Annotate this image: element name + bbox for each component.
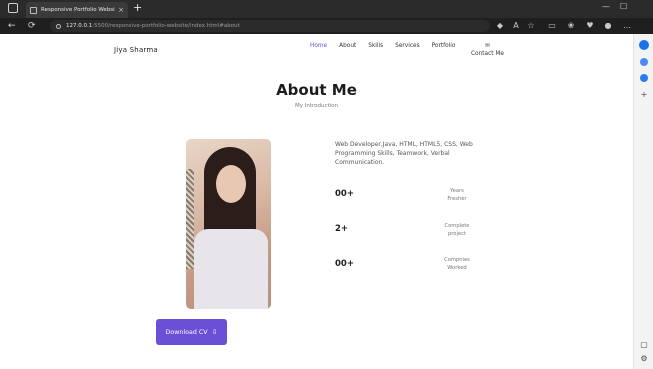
settings-gear-icon[interactable]: ⚙ (638, 354, 650, 363)
tab-title: Responsive Portfolio Website (41, 7, 116, 13)
stat-companies-line2: Worked (447, 265, 467, 271)
url-host: 127.0.0.1 (66, 23, 93, 29)
stat-years-line1: Years (450, 188, 464, 194)
site-logo[interactable]: Jiya Sharma (114, 46, 158, 54)
extension-icon[interactable]: ◆ (495, 21, 505, 31)
nav-services[interactable]: Services (395, 42, 419, 64)
favorites-star-icon[interactable]: ☆ (526, 21, 536, 31)
browser-address-bar: ← ⟳ 127.0.0.1 :5500/responsive-portfolio… (0, 18, 653, 34)
stat-years-label: Years Fresher (432, 187, 482, 203)
section-title: About Me (276, 81, 357, 99)
hide-sidebar-icon[interactable]: ▢ (638, 340, 650, 349)
stat-projects-line2: project (447, 231, 466, 237)
profile-icon[interactable]: ● (603, 21, 613, 31)
nav-home[interactable]: Home (310, 42, 327, 64)
nav-contact[interactable]: ✉ Contact Me (467, 42, 507, 64)
browser-tab[interactable]: Responsive Portfolio Website × (26, 2, 128, 18)
bing-copilot-icon[interactable] (639, 40, 649, 50)
nav-contact-label: Contact Me (470, 51, 504, 57)
url-field[interactable]: 127.0.0.1 :5500/responsive-portfolio-web… (50, 20, 490, 32)
search-rail-icon[interactable] (640, 58, 648, 66)
maximize-button[interactable]: ☐ (620, 2, 627, 11)
download-icon: ⇩ (211, 328, 218, 336)
stat-companies-label: Compnies Worked (432, 256, 482, 272)
back-button[interactable]: ← (8, 20, 16, 32)
stat-companies-value: 00+ (335, 259, 354, 269)
more-icon[interactable]: … (622, 21, 632, 31)
heart-icon[interactable]: ♥ (585, 21, 595, 31)
download-cv-label: Download CV (165, 328, 208, 336)
stat-years-value: 00+ (335, 189, 354, 199)
stat-companies-line1: Compnies (444, 257, 470, 263)
contact-icon: ✉ (485, 43, 490, 49)
outlook-rail-icon[interactable] (640, 74, 648, 82)
main-nav: Home About Skills Services Portfolio ✉ C… (310, 42, 507, 64)
photo-face (216, 165, 246, 203)
nav-skills[interactable]: Skills (368, 42, 383, 64)
photo-background-frame (186, 169, 194, 269)
about-description: Web Developer,Java, HTML, HTML5, CSS, We… (335, 141, 473, 166)
photo-shirt (194, 229, 268, 309)
minimize-button[interactable]: — (602, 2, 610, 11)
profile-photo (186, 139, 271, 309)
stat-years-line2: Fresher (447, 196, 467, 202)
browser-tab-bar: Responsive Portfolio Website × + — ☐ (0, 0, 653, 18)
tab-close-icon[interactable]: × (118, 6, 124, 14)
new-tab-button[interactable]: + (133, 2, 142, 14)
nav-about[interactable]: About (339, 42, 356, 64)
stat-projects-label: Complete project (432, 222, 482, 238)
nav-portfolio[interactable]: Portfolio (432, 42, 456, 64)
page-favicon-icon (30, 6, 37, 14)
portfolio-page: Jiya Sharma Home About Skills Services P… (0, 34, 633, 369)
collections-icon[interactable]: ▭ (547, 21, 557, 31)
favorites-icon[interactable]: ❀ (566, 21, 576, 31)
url-path: :5500/responsive-portfolio-website/index… (92, 23, 240, 29)
read-aloud-icon[interactable]: A (511, 21, 521, 31)
refresh-button[interactable]: ⟳ (28, 20, 36, 32)
stat-projects-value: 2+ (335, 224, 349, 234)
tab-actions-icon[interactable] (8, 3, 18, 13)
add-rail-icon[interactable]: + (638, 90, 650, 99)
download-cv-button[interactable]: Download CV ⇩ (156, 319, 227, 345)
stat-projects-line1: Complete (444, 223, 470, 229)
section-subtitle: My Introduction (294, 103, 339, 109)
browser-side-rail: + ▢ ⚙ (633, 34, 653, 369)
site-info-icon[interactable] (56, 23, 61, 29)
